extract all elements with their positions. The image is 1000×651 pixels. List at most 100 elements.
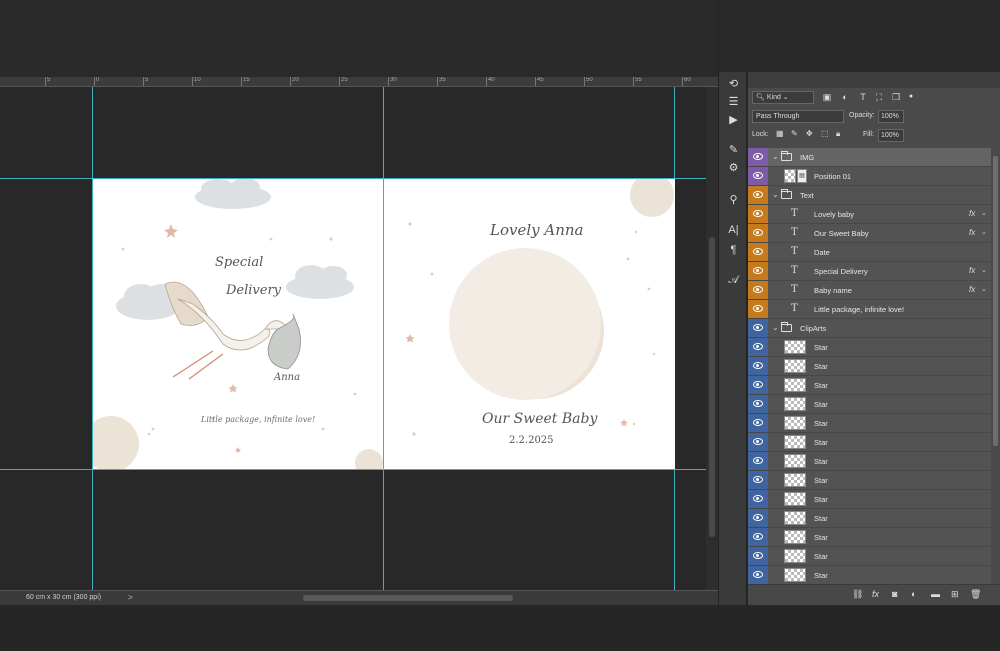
layer-name[interactable]: Date — [814, 248, 830, 257]
filter-toggle-icon[interactable]: ● — [906, 91, 916, 103]
layer-name[interactable]: Position 01 — [814, 172, 851, 181]
layer-name[interactable]: Star — [814, 438, 828, 447]
visibility-eye-icon[interactable] — [748, 338, 768, 356]
layer-row[interactable]: T Baby name fx ⌄ — [748, 281, 991, 300]
visibility-eye-icon[interactable] — [748, 376, 768, 394]
layer-row[interactable]: Star — [748, 338, 991, 357]
visibility-eye-icon[interactable] — [748, 148, 768, 166]
layer-row[interactable]: ▤ Position 01 — [748, 167, 991, 186]
layer-name[interactable]: Baby name — [814, 286, 852, 295]
blend-mode-select[interactable]: Pass Through — [752, 110, 844, 123]
layer-name[interactable]: Text — [800, 191, 814, 200]
add-mask-icon[interactable]: ◙ — [892, 589, 897, 599]
document-right-page[interactable]: Lovely Anna Our Sweet Baby 2.2.2025 — [384, 179, 675, 469]
layer-name[interactable]: Star — [814, 343, 828, 352]
layer-effects-icon[interactable]: fx — [969, 228, 975, 237]
layers-scroll-thumb[interactable] — [993, 156, 998, 446]
new-group-icon[interactable]: ▬ — [931, 589, 940, 599]
glyphs-icon[interactable]: 𝒜 — [725, 272, 742, 288]
layer-name[interactable]: Star — [814, 457, 828, 466]
layer-name[interactable]: IMG — [800, 153, 814, 162]
visibility-eye-icon[interactable] — [748, 300, 768, 318]
layer-row[interactable]: Star — [748, 490, 991, 509]
lock-transparent-icon[interactable]: ▦ — [776, 129, 784, 138]
lock-all-icon[interactable]: 🔒︎ — [836, 129, 840, 139]
layer-name[interactable]: Little package, infinite love! — [814, 305, 904, 314]
visibility-eye-icon[interactable] — [748, 490, 768, 508]
layer-row[interactable]: T Our Sweet Baby fx ⌄ — [748, 224, 991, 243]
text-date[interactable]: 2.2.2025 — [509, 435, 554, 446]
layer-effects-icon[interactable]: fx — [969, 209, 975, 218]
group-expand-icon[interactable]: ⌄ — [772, 190, 779, 199]
document-left-page[interactable]: Special Delivery Anna Little package, in… — [93, 179, 383, 469]
layer-row[interactable]: T Lovely baby fx ⌄ — [748, 205, 991, 224]
layer-name[interactable]: Special Delivery — [814, 267, 868, 276]
status-menu-arrow[interactable]: > — [128, 593, 133, 602]
visibility-eye-icon[interactable] — [748, 357, 768, 375]
visibility-eye-icon[interactable] — [748, 509, 768, 527]
visibility-eye-icon[interactable] — [748, 547, 768, 565]
visibility-eye-icon[interactable] — [748, 224, 768, 242]
fx-icon[interactable]: fx — [872, 589, 879, 599]
opacity-input[interactable]: 100% — [878, 110, 904, 123]
layer-row[interactable]: Star — [748, 414, 991, 433]
visibility-eye-icon[interactable] — [748, 281, 768, 299]
paragraph-icon[interactable]: ¶ — [725, 242, 742, 258]
visibility-eye-icon[interactable] — [748, 262, 768, 280]
layer-row[interactable]: Star — [748, 471, 991, 490]
layer-row[interactable]: ⌄ Text — [748, 186, 991, 205]
lock-position-icon[interactable]: ✥ — [806, 129, 813, 138]
new-adjustment-icon[interactable]: ◐ — [911, 589, 916, 599]
filter-adjustment-icon[interactable]: ◐ — [840, 91, 850, 103]
layer-name[interactable]: Star — [814, 514, 828, 523]
group-expand-icon[interactable]: ⌄ — [772, 152, 779, 161]
brush-settings-icon[interactable]: ✎ — [725, 142, 742, 158]
text-special[interactable]: Special — [215, 255, 263, 270]
layer-row[interactable]: Star — [748, 395, 991, 414]
fill-input[interactable]: 100% — [878, 129, 904, 142]
layer-row[interactable]: T Date — [748, 243, 991, 262]
guide-horizontal[interactable] — [0, 469, 706, 470]
layer-name[interactable]: Star — [814, 381, 828, 390]
effects-expand-icon[interactable]: ⌄ — [981, 285, 987, 293]
layer-row[interactable]: T Little package, infinite love! — [748, 300, 991, 319]
visibility-eye-icon[interactable] — [748, 395, 768, 413]
visibility-eye-icon[interactable] — [748, 528, 768, 546]
layer-name[interactable]: Star — [814, 476, 828, 485]
text-delivery[interactable]: Delivery — [226, 283, 281, 298]
adjust-icon[interactable]: ☰ — [725, 94, 742, 110]
layer-name[interactable]: Star — [814, 533, 828, 542]
filter-type-icon[interactable]: T — [858, 91, 868, 103]
visibility-eye-icon[interactable] — [748, 186, 768, 204]
layer-row[interactable]: Star — [748, 509, 991, 528]
filter-smart-object-icon[interactable]: ❐ — [891, 91, 901, 103]
layers-scrollbar[interactable] — [991, 148, 1000, 584]
layer-row[interactable]: Star — [748, 452, 991, 471]
rotate-view-icon[interactable]: ⟲ — [725, 76, 742, 92]
lock-artboard-icon[interactable]: ⬚ — [821, 129, 829, 138]
text-our-sweet-baby[interactable]: Our Sweet Baby — [482, 411, 597, 427]
layer-row[interactable]: Star — [748, 547, 991, 566]
filter-pixel-icon[interactable]: ▣ — [822, 91, 832, 103]
visibility-eye-icon[interactable] — [748, 205, 768, 223]
filter-shape-icon[interactable]: ⛶ — [874, 91, 884, 103]
lock-pixels-icon[interactable]: ✎ — [791, 129, 798, 138]
layer-name[interactable]: Lovely baby — [814, 210, 854, 219]
link-layers-icon[interactable]: ⛓ — [852, 589, 863, 600]
visibility-eye-icon[interactable] — [748, 414, 768, 432]
character-icon[interactable]: A| — [725, 222, 742, 238]
layer-effects-icon[interactable]: fx — [969, 285, 975, 294]
visibility-eye-icon[interactable] — [748, 433, 768, 451]
layer-name[interactable]: Star — [814, 400, 828, 409]
filter-kind-select[interactable]: 🔍︎ Kind ⌄ — [752, 91, 814, 104]
horizontal-ruler[interactable]: 5 0 5 10 15 20 25 30 35 40 45 50 55 60 — [0, 77, 718, 87]
canvas-horizontal-scrollbar[interactable] — [303, 595, 513, 601]
layer-effects-icon[interactable]: fx — [969, 266, 975, 275]
visibility-eye-icon[interactable] — [748, 471, 768, 489]
effects-expand-icon[interactable]: ⌄ — [981, 209, 987, 217]
visibility-eye-icon[interactable] — [748, 167, 768, 185]
stamp-icon[interactable]: ⚲ — [725, 192, 742, 208]
layer-name[interactable]: Star — [814, 362, 828, 371]
play-icon[interactable]: ▶ — [725, 112, 742, 128]
layer-name[interactable]: Our Sweet Baby — [814, 229, 869, 238]
